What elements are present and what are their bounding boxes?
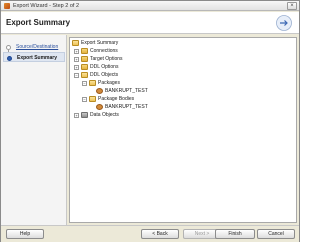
export-logo-icon — [276, 15, 292, 31]
package-icon — [96, 88, 103, 94]
window-title: Export Wizard - Step 2 of 2 — [13, 3, 80, 9]
tree-label: DDL Options — [90, 64, 119, 70]
tree-label: Export Summary — [81, 40, 119, 46]
finish-button[interactable]: Finish — [215, 229, 255, 239]
package-body-icon — [96, 104, 103, 110]
folder-icon — [81, 48, 88, 54]
page-title: Export Summary — [6, 18, 71, 27]
tree-label: Target Options — [90, 56, 123, 62]
cancel-button[interactable]: Cancel — [257, 229, 295, 239]
step-label: Source/Destination — [16, 44, 59, 50]
step-label: Export Summary — [17, 55, 58, 61]
button-bar: Help < Back Next > Finish Cancel — [1, 225, 299, 242]
wizard-header: Export Summary — [1, 12, 299, 34]
expand-icon[interactable]: + — [74, 65, 79, 70]
folder-open-icon — [89, 80, 96, 86]
database-icon — [81, 112, 88, 118]
tree-label: Packages — [98, 80, 120, 86]
expand-icon[interactable]: + — [74, 49, 79, 54]
collapse-icon[interactable]: − — [82, 81, 87, 86]
help-button[interactable]: Help — [6, 229, 44, 239]
tree-label: DDL Objects — [90, 72, 119, 78]
summary-tree[interactable]: Export Summary + Connections + Target Op… — [69, 37, 297, 223]
collapse-icon[interactable]: − — [82, 97, 87, 102]
tree-label: Package Bodies — [98, 96, 135, 102]
back-button[interactable]: < Back — [141, 229, 179, 239]
app-icon — [4, 3, 10, 9]
tree-label: Connections — [90, 48, 118, 54]
expand-icon[interactable]: + — [74, 113, 79, 118]
step-source-destination[interactable]: Source/Destination — [3, 42, 65, 52]
expand-icon[interactable]: + — [74, 57, 79, 62]
step-export-summary[interactable]: Export Summary — [3, 52, 65, 62]
collapse-icon[interactable]: − — [74, 73, 79, 78]
folder-open-icon — [89, 96, 96, 102]
close-button[interactable]: × — [287, 2, 297, 10]
wizard-steps-nav: Source/Destination Export Summary — [1, 35, 67, 225]
folder-icon — [81, 56, 88, 62]
export-wizard-window: Export Wizard - Step 2 of 2 × Export Sum… — [0, 0, 300, 242]
folder-open-icon — [81, 72, 88, 78]
step-current-marker-icon — [7, 56, 12, 61]
tree-label: BANKRUPT_TEST — [105, 104, 148, 110]
title-bar: Export Wizard - Step 2 of 2 × — [1, 1, 299, 11]
tree-label: BANKRUPT_TEST — [105, 88, 148, 94]
folder-icon — [81, 64, 88, 70]
folder-open-icon — [72, 40, 79, 46]
tree-label: Data Objects — [90, 112, 119, 118]
